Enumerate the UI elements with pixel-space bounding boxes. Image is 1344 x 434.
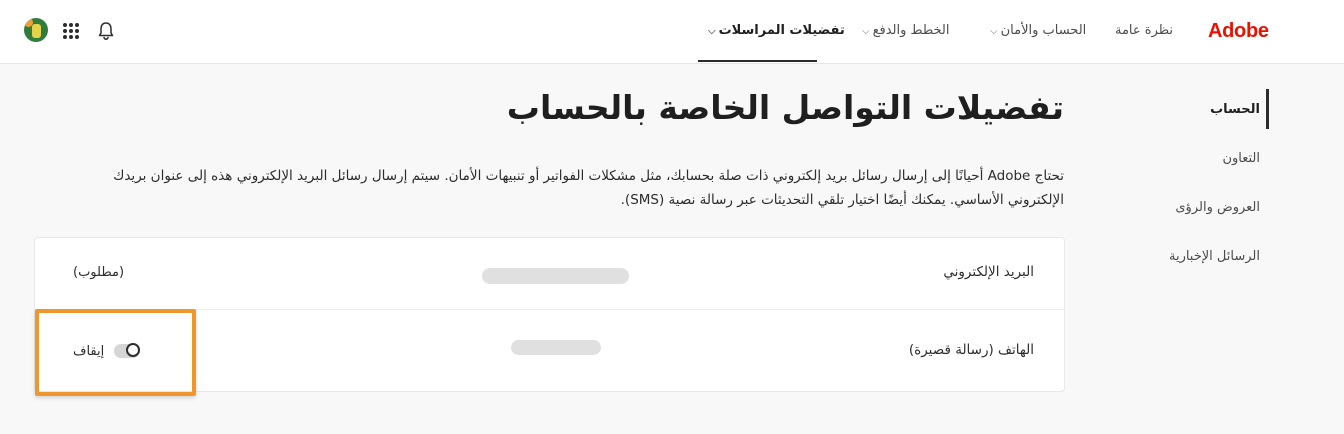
toggle-knob [126, 343, 141, 357]
required-note: (مطلوب) [73, 265, 125, 280]
active-tab-underline [698, 60, 817, 62]
phone-value-placeholder [511, 340, 601, 355]
intro-paragraph: تحتاج Adobe أحيانًا إلى إرسال رسائل بريد… [113, 168, 1064, 208]
nav-item-overview[interactable]: نظرة عامة [1115, 0, 1173, 64]
page-title: تفضيلات التواصل الخاصة بالحساب [506, 88, 1064, 127]
sms-toggle[interactable]: إيقاف [73, 341, 141, 361]
nav-item-account-and-security[interactable]: الحساب والأمان⌵ [990, 0, 1086, 64]
nav-item-communication-preferences[interactable]: تفضيلات المراسلات⌵ [708, 0, 845, 64]
nav-item-plans-and-payment[interactable]: الخطط والدفع⌵ [862, 0, 950, 64]
email-value-placeholder [482, 268, 629, 284]
apps-grid-icon[interactable] [63, 23, 79, 39]
adobe-logo[interactable]: Adobe [1208, 20, 1269, 43]
bell-icon[interactable] [97, 21, 115, 41]
phone-row-label: الهاتف (رسالة قصيرة) [908, 342, 1034, 358]
nav-item-label: الحساب والأمان [1000, 23, 1087, 38]
nav-item-label: تفضيلات المراسلات [718, 23, 845, 38]
sms-toggle-label: إيقاف [73, 343, 105, 359]
top-navigation-bar: تفضيلات المراسلات⌵ الخطط والدفع⌵ الحساب … [0, 0, 1344, 64]
sidebar-active-indicator [1266, 89, 1269, 129]
sidebar-item-offers-and-insights[interactable]: العروض والرؤى [1175, 200, 1260, 215]
nav-item-label: الخطط والدفع [872, 23, 950, 38]
nav-item-label: نظرة عامة [1115, 23, 1174, 38]
sms-toggle-switch[interactable] [114, 343, 141, 358]
sidebar-item-newsletters[interactable]: الرسائل الإخبارية [1169, 249, 1260, 264]
sidebar-item-collaboration[interactable]: التعاون [1222, 151, 1260, 166]
email-row-label: البريد الإلكتروني [943, 264, 1034, 280]
chevron-down-icon: ⌵ [862, 26, 870, 37]
row-divider [35, 309, 1064, 310]
avatar-figure [32, 24, 41, 38]
chevron-down-icon: ⌵ [708, 26, 716, 37]
avatar[interactable] [24, 18, 48, 42]
chevron-down-icon: ⌵ [990, 26, 998, 37]
preferences-card: البريد الإلكتروني (مطلوب) الهاتف (رسالة … [34, 237, 1065, 392]
sidebar-item-account[interactable]: الحساب [1210, 102, 1260, 117]
